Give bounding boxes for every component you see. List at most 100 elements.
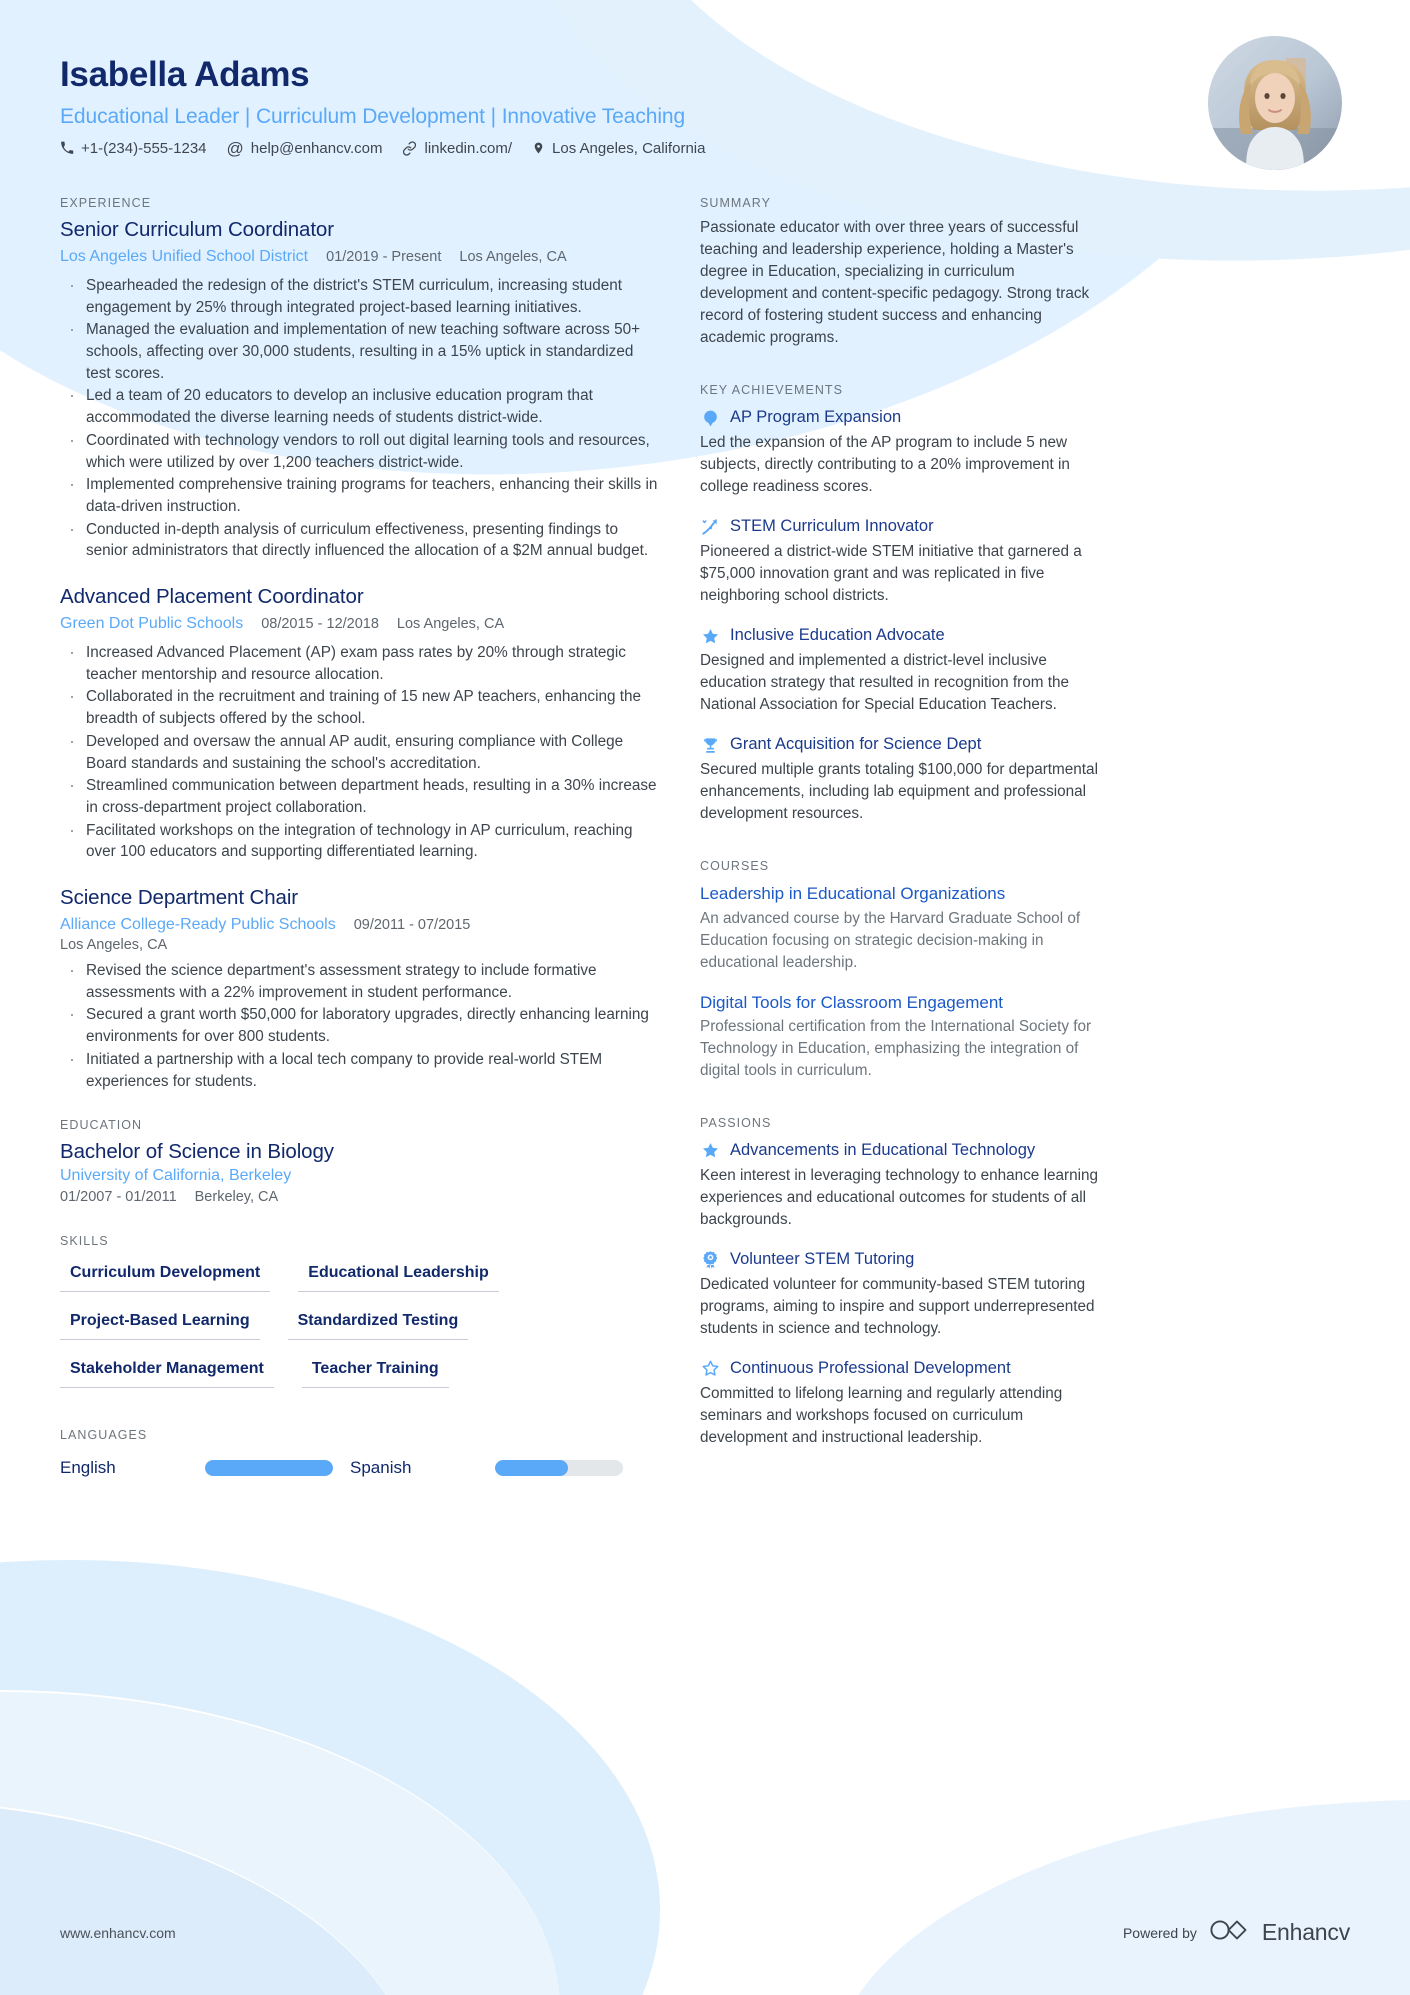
section-courses: COURSES Leadership in Educational Organi… (700, 859, 1100, 1082)
section-label-summary: SUMMARY (700, 196, 772, 210)
course-title[interactable]: Leadership in Educational Organizations (700, 883, 1100, 904)
job-bullet: Managed the evaluation and implementatio… (60, 317, 660, 384)
job-location: Los Angeles, CA (459, 248, 567, 265)
achievement-item: Grant Acquisition for Science Dept Secur… (700, 735, 1100, 825)
section-label-key-achievements: KEY ACHIEVEMENTS (700, 383, 843, 398)
passion-item: Volunteer STEM Tutoring Dedicated volunt… (700, 1250, 1100, 1340)
job-bullet: Implemented comprehensive training progr… (60, 472, 660, 517)
course-item: Leadership in Educational Organizations … (700, 883, 1100, 973)
contact-location-text: Los Angeles, California (552, 139, 706, 157)
course-title[interactable]: Digital Tools for Classroom Engagement (700, 992, 1100, 1013)
resume-header: Isabella Adams Educational Leader | Curr… (0, 0, 1410, 196)
contact-location: Los Angeles, California (532, 140, 705, 157)
passion-title: Volunteer STEM Tutoring (730, 1250, 915, 1269)
achievement-item: AP Program Expansion Led the expansion o… (700, 408, 1100, 498)
section-label-skills: SKILLS (60, 1233, 109, 1248)
email-icon: @ (226, 138, 244, 158)
school-name: University of California, Berkeley (60, 1166, 292, 1184)
job-bullet-list: Spearheaded the redesign of the district… (60, 273, 660, 562)
section-languages: LANGUAGES English Spanish (60, 1428, 660, 1478)
background-blob-bottom-left-2 (0, 1690, 560, 1995)
language-name: English (60, 1457, 116, 1477)
achievement-title: AP Program Expansion (730, 408, 902, 427)
achievement-description: Secured multiple grants totaling $100,00… (700, 761, 1098, 823)
passion-header: Advancements in Educational Technology (700, 1141, 1100, 1161)
resume-body: EXPERIENCE Senior Curriculum Coordinator… (0, 196, 1410, 1504)
experience-entry: Science Department Chair Alliance Colleg… (60, 885, 660, 1092)
sparkle-arrow-icon (700, 517, 720, 537)
education-location: Berkeley, CA (194, 1188, 279, 1205)
contact-linkedin-text: linkedin.com/ (424, 139, 513, 157)
passion-title: Continuous Professional Development (730, 1359, 1011, 1378)
job-bullet: Secured a grant worth $50,000 for labora… (60, 1002, 660, 1047)
section-passions: PASSIONS Advancements in Educational Tec… (700, 1116, 1100, 1449)
job-company: Alliance College-Ready Public Schools (60, 915, 336, 933)
skill-chip: Teacher Training (301, 1354, 449, 1388)
job-dates: 08/2015 - 12/2018 (261, 615, 379, 632)
phone-icon (60, 141, 74, 155)
language-level-bar (495, 1459, 623, 1476)
job-title: Senior Curriculum Coordinator (60, 218, 334, 241)
location-pin-icon (532, 140, 545, 156)
star-icon (700, 626, 720, 646)
skill-chip: Standardized Testing (287, 1306, 469, 1340)
job-bullet: Conducted in-depth analysis of curriculu… (60, 517, 660, 562)
section-label-courses: COURSES (700, 859, 770, 874)
contact-phone[interactable]: +1-(234)-555-1234 (60, 140, 207, 157)
skills-grid: Curriculum Development Educational Leade… (60, 1258, 660, 1388)
job-bullet: Increased Advanced Placement (AP) exam p… (60, 640, 660, 685)
job-meta: Green Dot Public Schools 08/2015 - 12/20… (60, 612, 660, 635)
job-title: Advanced Placement Coordinator (60, 585, 364, 609)
job-meta: Los Angeles Unified School District 01/2… (60, 245, 660, 268)
powered-by-label: Powered by (1122, 1924, 1197, 1941)
passion-item: Advancements in Educational Technology K… (700, 1141, 1100, 1231)
experience-entry: Advanced Placement Coordinator Green Dot… (60, 584, 660, 863)
section-education: EDUCATION Bachelor of Science in Biology… (60, 1118, 660, 1208)
footer-branding: Powered by Enhancv (1123, 1918, 1350, 1947)
job-bullet: Led a team of 20 educators to develop an… (60, 383, 660, 428)
achievement-title: Grant Acquisition for Science Dept (730, 735, 982, 754)
job-bullet-list: Revised the science department's assessm… (60, 958, 660, 1092)
skill-chip: Project-Based Learning (60, 1306, 260, 1340)
achievement-item: Inclusive Education Advocate Designed an… (700, 626, 1100, 716)
job-company: Green Dot Public Schools (60, 614, 244, 632)
link-icon (402, 141, 417, 156)
achievement-title: Inclusive Education Advocate (730, 626, 945, 645)
experience-entry: Senior Curriculum Coordinator Los Angele… (60, 217, 660, 562)
achievement-header: Inclusive Education Advocate (700, 626, 1100, 646)
education-entry: Bachelor of Science in Biology Universit… (60, 1139, 660, 1208)
achievement-header: STEM Curriculum Innovator (700, 517, 1100, 537)
enhancv-logo: Enhancv (1209, 1918, 1350, 1947)
section-label-passions: PASSIONS (700, 1115, 772, 1130)
achievement-header: Grant Acquisition for Science Dept (700, 735, 1100, 755)
infinity-logo-icon (1209, 1918, 1253, 1947)
resume-footer: www.enhancv.com Powered by Enhancv (0, 1918, 1410, 1947)
left-column: EXPERIENCE Senior Curriculum Coordinator… (60, 196, 660, 1504)
award-ribbon-icon (700, 1250, 720, 1270)
resume-page: Isabella Adams Educational Leader | Curr… (0, 0, 1410, 1995)
skill-chip: Curriculum Development (60, 1258, 271, 1292)
trophy-icon (700, 735, 720, 755)
job-bullet: Revised the science department's assessm… (60, 958, 660, 1003)
section-summary: SUMMARY Passionate educator with over th… (700, 196, 1100, 349)
section-experience: EXPERIENCE Senior Curriculum Coordinator… (60, 196, 660, 1092)
footer-website-url[interactable]: www.enhancv.com (60, 1925, 176, 1941)
passion-description: Committed to lifelong learning and regul… (700, 1384, 1063, 1446)
star-icon (700, 1141, 720, 1161)
job-location: Los Angeles, CA (396, 615, 505, 632)
contact-linkedin[interactable]: linkedin.com/ (402, 140, 512, 157)
language-item: Spanish (350, 1458, 640, 1478)
job-location: Los Angeles, CA (60, 936, 168, 953)
passion-item: Continuous Professional Development Comm… (700, 1359, 1100, 1449)
passion-description: Dedicated volunteer for community-based … (700, 1275, 1095, 1337)
languages-row: English Spanish (60, 1458, 660, 1478)
contact-email[interactable]: @ help@enhancv.com (227, 140, 383, 157)
language-level-fill (495, 1459, 568, 1476)
background-blob-bottom-left-3 (0, 1800, 420, 1995)
section-label-languages: LANGUAGES (60, 1427, 148, 1442)
job-bullet: Developed and oversaw the annual AP audi… (60, 729, 660, 774)
contact-phone-text: +1-(234)-555-1234 (81, 139, 207, 157)
job-bullet-list: Increased Advanced Placement (AP) exam p… (60, 640, 660, 863)
passion-header: Volunteer STEM Tutoring (700, 1250, 1100, 1270)
language-level-bar (205, 1459, 333, 1476)
